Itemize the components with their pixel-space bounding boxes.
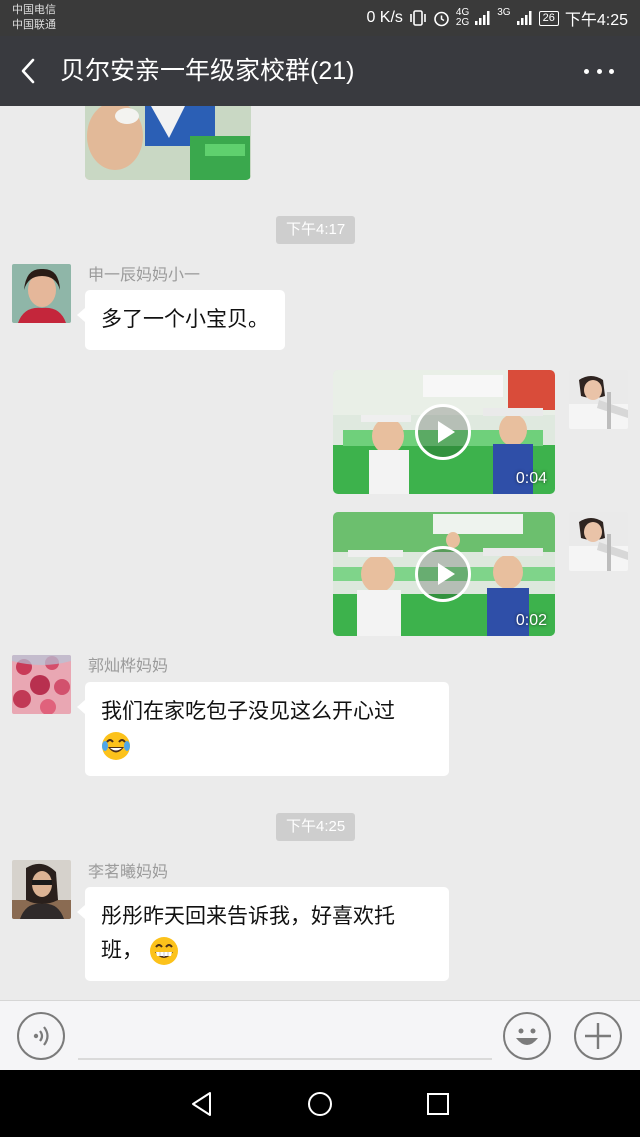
video-duration: 0:02 — [515, 612, 547, 629]
smiley-icon — [516, 1028, 538, 1045]
message-text: 班， — [101, 939, 143, 962]
carrier-1: 中国电信 — [12, 4, 56, 16]
emoji-image — [102, 732, 130, 761]
self-avatar[interactable] — [569, 370, 628, 429]
message-bubble[interactable]: 多了一个小宝贝。 — [77, 290, 285, 350]
navigation-bar — [0, 1070, 640, 1137]
signal-icon — [475, 11, 490, 25]
battery-indicator: 26 — [538, 10, 559, 26]
play-icon[interactable] — [415, 404, 471, 460]
video-message[interactable]: 0:04 — [333, 370, 555, 494]
sender-name: 郭灿桦妈妈 — [88, 658, 169, 675]
avatar[interactable] — [12, 655, 71, 714]
nav-back-button[interactable] — [188, 1090, 216, 1118]
nav-home-icon — [308, 1092, 332, 1116]
avatar[interactable] — [12, 860, 71, 919]
sender-name: 申一辰妈妈小一 — [88, 267, 201, 284]
tears-of-joy-emoji — [101, 729, 433, 763]
status-indicators: 0 K/s 4G 2G 3G 26 下午4:25 — [366, 0, 628, 36]
avatar-image — [12, 655, 71, 714]
grinning-emoji — [149, 937, 178, 966]
self-avatar-image — [569, 512, 628, 571]
message-text: 彤彤昨天回来告诉我，好喜欢托 — [101, 905, 395, 928]
signal-icon-2 — [516, 11, 532, 25]
photo-thumbnail — [85, 106, 251, 180]
sender-name: 李茗曦妈妈 — [88, 864, 169, 881]
message-bubble[interactable]: 彤彤昨天回来告诉我，好喜欢托 班， — [77, 887, 449, 981]
more-dot — [609, 68, 614, 74]
plus-button[interactable] — [574, 1012, 622, 1060]
network-type-2: 3G — [497, 7, 511, 18]
back-button[interactable] — [14, 56, 44, 86]
chat-header: 贝尔安亲一年级家校群(21) — [0, 36, 640, 106]
avatar[interactable] — [12, 264, 71, 323]
input-bar — [0, 1000, 640, 1070]
video-message[interactable]: 0:02 — [333, 512, 555, 636]
message-text: 我们在家吃包子没见这么开心过 — [101, 700, 395, 723]
chevron-left-icon — [21, 58, 35, 84]
self-avatar[interactable] — [569, 512, 628, 571]
timestamp: 下午4:17 — [276, 216, 356, 244]
avatar-image — [12, 264, 71, 323]
network-type-1: 4G 2G — [455, 7, 470, 28]
more-dot — [596, 68, 602, 74]
play-icon[interactable] — [415, 546, 471, 602]
nav-recents-button[interactable] — [424, 1090, 452, 1118]
chat-title: 贝尔安亲一年级家校群(21) — [60, 57, 355, 85]
carrier-info: 中国电信 中国联通 — [12, 3, 56, 33]
chat-area[interactable]: 下午4:17 申一辰妈妈小一 多了一个小宝贝。 0:04 0:02 郭灿桦妈妈 … — [0, 106, 640, 1000]
more-dots-icon — [584, 68, 589, 74]
voice-icon — [33, 1026, 49, 1046]
status-bar: 中国电信 中国联通 0 K/s 4G 2G 3G 26 下午4:25 — [0, 0, 640, 36]
carrier-2: 中国联通 — [12, 19, 56, 31]
nav-home-button[interactable] — [306, 1090, 334, 1118]
video-duration: 0:04 — [515, 470, 547, 487]
nav-recents-icon — [427, 1093, 449, 1115]
nav-back-icon — [192, 1092, 211, 1116]
plus-icon — [585, 1023, 611, 1049]
message-bubble[interactable]: 我们在家吃包子没见这么开心过 — [77, 682, 449, 776]
timestamp: 下午4:25 — [276, 813, 356, 841]
avatar-image — [12, 860, 71, 919]
alarm-icon — [434, 11, 449, 26]
more-button[interactable] — [584, 58, 614, 84]
image-message[interactable] — [85, 106, 251, 180]
clock: 下午4:25 — [564, 12, 628, 29]
voice-button[interactable] — [17, 1012, 65, 1060]
message-input[interactable] — [78, 1058, 492, 1060]
network-speed: 0 K/s — [366, 9, 403, 26]
emoji-button[interactable] — [503, 1012, 551, 1060]
message-text-line-2: 班， — [101, 934, 433, 968]
vibrate-icon — [410, 10, 426, 26]
self-avatar-image — [569, 370, 628, 429]
